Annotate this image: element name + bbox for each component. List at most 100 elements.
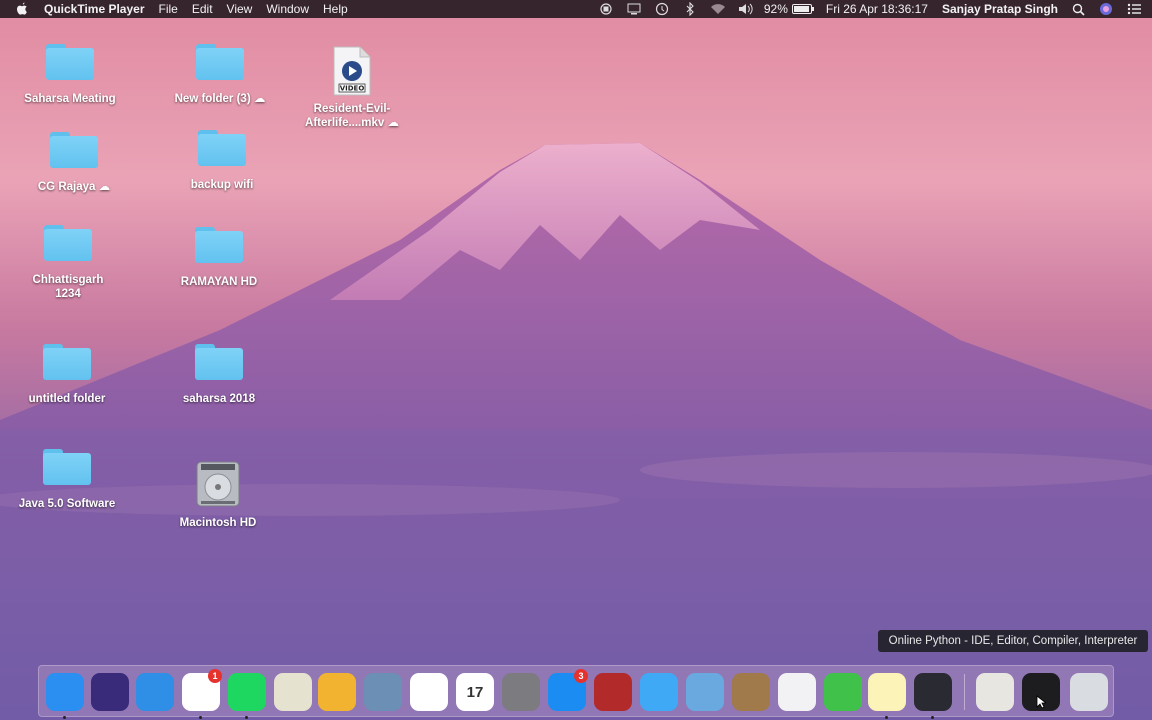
menu-window[interactable]: Window bbox=[266, 0, 309, 18]
chrome-icon[interactable]: 1 bbox=[182, 669, 222, 719]
running-indicator bbox=[245, 716, 248, 719]
desktop-icon-label: New folder (3) ☁ bbox=[174, 93, 266, 105]
documents-stack-glyph bbox=[976, 673, 1014, 711]
menu-clock[interactable]: Fri 26 Apr 18:36:17 bbox=[826, 0, 928, 18]
trash-glyph bbox=[1070, 673, 1108, 711]
desktop-folder-saharsa-meating[interactable]: Saharsa Meating bbox=[10, 40, 130, 106]
menu-file[interactable]: File bbox=[159, 0, 178, 18]
itunes-icon[interactable] bbox=[778, 673, 816, 711]
spotify-glyph bbox=[228, 673, 266, 711]
folder-icon bbox=[46, 44, 94, 80]
notes-icon[interactable] bbox=[868, 673, 906, 719]
desktop-icon-label: backup wifi bbox=[190, 179, 254, 191]
desktop-folder-new-folder-3[interactable]: New folder (3) ☁ bbox=[160, 40, 280, 106]
trash-icon[interactable] bbox=[1070, 673, 1108, 711]
record-stop-icon[interactable] bbox=[598, 2, 614, 16]
spotify-icon[interactable] bbox=[228, 673, 266, 719]
calendar-glyph: 17 bbox=[456, 673, 494, 711]
messages-icon[interactable] bbox=[640, 673, 678, 711]
desktop-folder-chhattisgarh-1234[interactable]: Chhattisgarh 1234 bbox=[8, 221, 128, 301]
hard-drive-icon bbox=[196, 461, 240, 507]
desktop-folder-cg-rajaya[interactable]: CG Rajaya ☁ bbox=[14, 128, 134, 194]
game-center-icon[interactable] bbox=[318, 673, 356, 711]
desktop-icon-label: Macintosh HD bbox=[179, 517, 257, 529]
photos-icon[interactable] bbox=[410, 673, 448, 711]
apple-menu-icon[interactable] bbox=[16, 2, 30, 16]
folder-icon bbox=[195, 227, 243, 263]
desktop-folder-ramayan-hd[interactable]: RAMAYAN HD bbox=[159, 223, 279, 289]
battery-icon[interactable] bbox=[791, 4, 814, 14]
menu-view[interactable]: View bbox=[227, 0, 253, 18]
bluetooth-icon[interactable] bbox=[682, 2, 698, 16]
quicktime-icon[interactable] bbox=[914, 673, 952, 719]
notification-badge: 3 bbox=[574, 669, 588, 683]
system-preferences-glyph bbox=[502, 673, 540, 711]
desktop-icon-label: Chhattisgarh 1234 bbox=[32, 274, 104, 300]
desktop-folder-backup-wifi[interactable]: backup wifi bbox=[162, 126, 282, 192]
desktop-folder-saharsa-2018[interactable]: saharsa 2018 bbox=[159, 340, 279, 406]
volume-icon[interactable] bbox=[738, 2, 754, 16]
time-machine-icon[interactable] bbox=[654, 2, 670, 16]
folder-icon bbox=[196, 44, 244, 80]
notification-center-icon[interactable] bbox=[1126, 2, 1142, 16]
preview-glyph bbox=[364, 673, 402, 711]
siri-icon[interactable] bbox=[91, 673, 129, 711]
messages-glyph bbox=[640, 673, 678, 711]
running-indicator bbox=[199, 716, 202, 719]
siri-menu-icon[interactable] bbox=[1098, 2, 1114, 16]
desktop-icon-label: untitled folder bbox=[28, 393, 106, 405]
desktop-icon-label: Saharsa Meating bbox=[24, 93, 116, 105]
calendar-icon[interactable]: 17 bbox=[456, 673, 494, 711]
menu-edit[interactable]: Edit bbox=[192, 0, 213, 18]
desktop-icon-label: Resident-Evil-Afterlife....mkv ☁ bbox=[305, 103, 399, 129]
user-account-menu[interactable]: Sanjay Pratap Singh bbox=[942, 0, 1058, 18]
desktop-folder-java-5-software[interactable]: Java 5.0 Software bbox=[7, 445, 127, 511]
maps-icon[interactable] bbox=[274, 673, 312, 711]
app-store-icon[interactable]: 3 bbox=[548, 669, 588, 711]
folder-icon bbox=[195, 344, 243, 380]
system-preferences-icon[interactable] bbox=[502, 673, 540, 711]
menu-bar: QuickTime Player File Edit View Window H… bbox=[0, 0, 1152, 18]
finder-glyph bbox=[46, 673, 84, 711]
video-file-icon: VIDEO bbox=[333, 46, 371, 96]
wifi-icon[interactable] bbox=[710, 2, 726, 16]
folder-icon bbox=[43, 449, 91, 485]
photo-booth-icon[interactable] bbox=[594, 673, 632, 711]
facetime-icon[interactable] bbox=[824, 673, 862, 711]
desktop-file-resident-evil-mkv[interactable]: VIDEO Resident-Evil-Afterlife....mkv ☁ bbox=[292, 46, 412, 130]
photo-booth-glyph bbox=[594, 673, 632, 711]
active-app-menu[interactable]: QuickTime Player bbox=[44, 0, 145, 18]
finder-icon[interactable] bbox=[46, 673, 84, 719]
desktop-drive-macintosh-hd[interactable]: Macintosh HD bbox=[158, 460, 278, 530]
safari-glyph bbox=[136, 673, 174, 711]
desktop-folder-untitled-folder[interactable]: untitled folder bbox=[7, 340, 127, 406]
safari-icon[interactable] bbox=[136, 673, 174, 711]
battery-percent: 92% bbox=[763, 2, 788, 16]
siri-glyph bbox=[91, 673, 129, 711]
desktop-icon-label: saharsa 2018 bbox=[182, 393, 256, 405]
notes-glyph bbox=[868, 673, 906, 711]
quicktime-glyph bbox=[914, 673, 952, 711]
game-center-glyph bbox=[318, 673, 356, 711]
folder-icon bbox=[198, 130, 246, 166]
screen-share-icon[interactable] bbox=[626, 2, 642, 16]
mail-icon[interactable] bbox=[686, 673, 724, 711]
facetime-glyph bbox=[824, 673, 862, 711]
desktop-icon-label: CG Rajaya ☁ bbox=[37, 181, 111, 193]
folder-icon bbox=[44, 225, 92, 261]
maps-glyph bbox=[274, 673, 312, 711]
documents-stack-icon[interactable] bbox=[976, 673, 1014, 711]
folder-icon bbox=[43, 344, 91, 380]
notification-badge: 1 bbox=[208, 669, 222, 683]
preview-icon[interactable] bbox=[364, 673, 402, 711]
desktop-icon-label: RAMAYAN HD bbox=[180, 276, 258, 288]
folder-icon bbox=[50, 132, 98, 168]
mail-glyph bbox=[686, 673, 724, 711]
menu-help[interactable]: Help bbox=[323, 0, 348, 18]
itunes-glyph bbox=[778, 673, 816, 711]
dock: 1 17 3 bbox=[38, 665, 1114, 719]
spotlight-search-icon[interactable] bbox=[1070, 2, 1086, 16]
photos-glyph bbox=[410, 673, 448, 711]
contacts-icon[interactable] bbox=[732, 673, 770, 711]
video-file-badge: VIDEO bbox=[340, 85, 365, 93]
